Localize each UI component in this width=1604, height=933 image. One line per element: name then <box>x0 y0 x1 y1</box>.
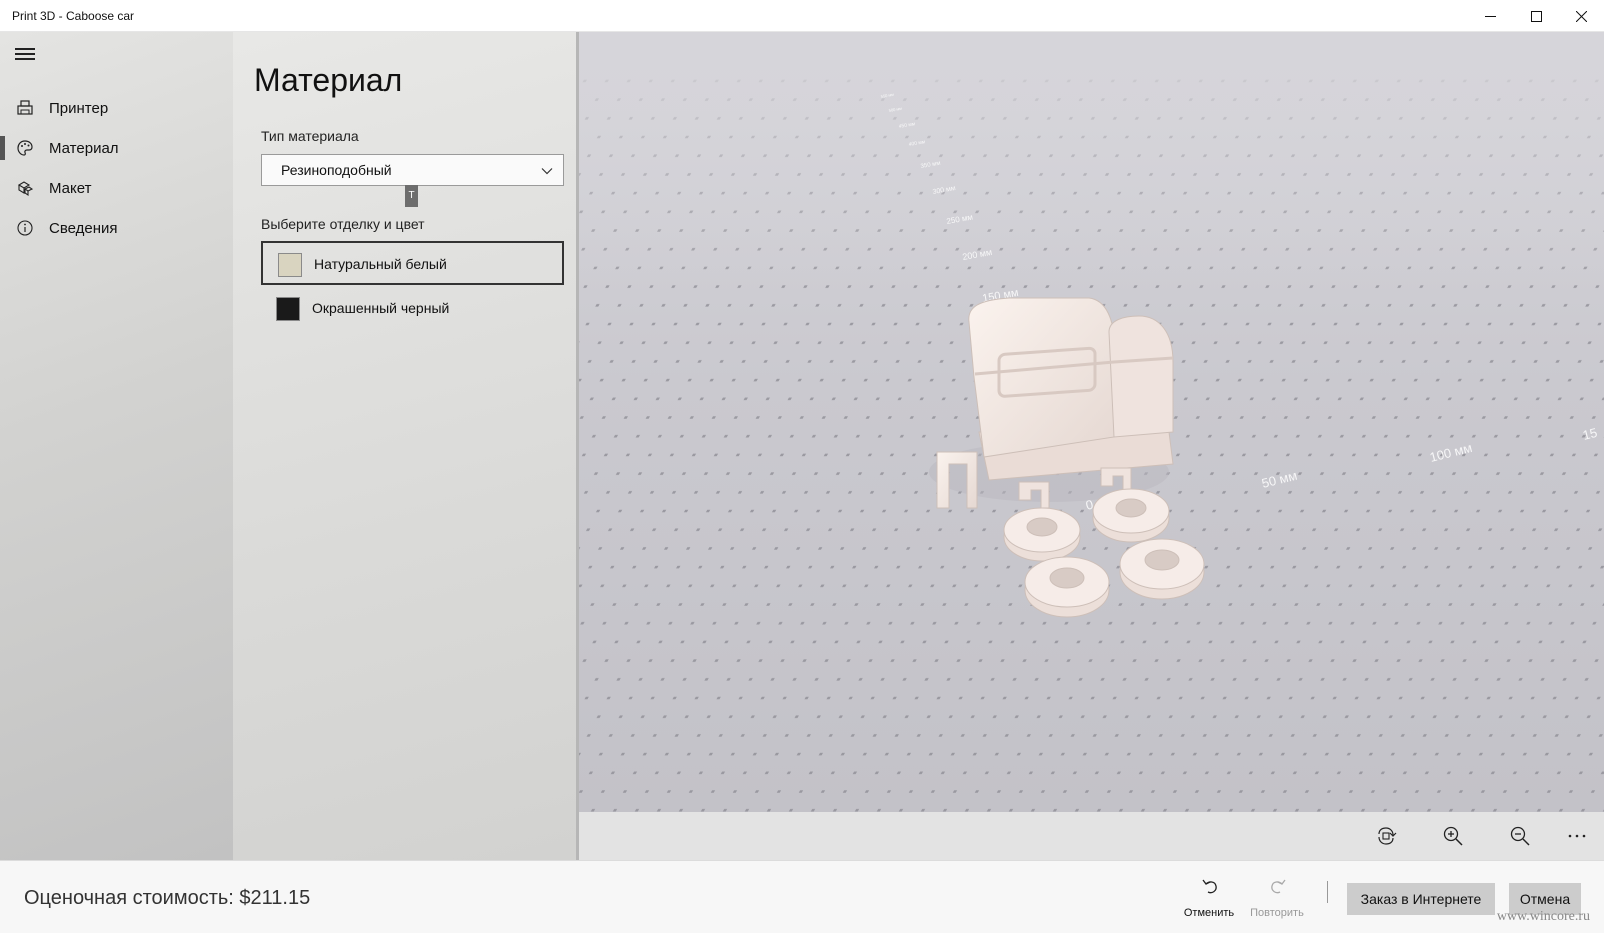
text-cursor-tooltip: T <box>405 185 418 207</box>
redo-label: Повторить <box>1250 907 1304 919</box>
divider <box>1327 881 1328 903</box>
reset-view-button[interactable] <box>1373 823 1399 849</box>
chevron-down-icon <box>541 168 553 175</box>
nav-item-printer[interactable]: Принтер <box>0 88 233 128</box>
finish-option-label: Окрашенный черный <box>312 300 450 316</box>
close-button[interactable] <box>1558 0 1604 32</box>
layout-icon <box>16 179 34 197</box>
color-swatch <box>278 253 302 277</box>
hamburger-menu-icon[interactable] <box>15 48 35 62</box>
finish-option-natural-white[interactable]: Натуральный белый <box>261 241 564 285</box>
selection-indicator <box>0 136 5 160</box>
nav-item-details[interactable]: Сведения <box>0 208 233 248</box>
material-type-dropdown[interactable]: Резиноподобный <box>261 154 564 186</box>
3d-viewport[interactable]: 150 мм 200 мм 250 мм 300 мм 350 мм 400 м… <box>579 32 1604 812</box>
maximize-icon <box>1530 10 1542 22</box>
zoom-in-icon <box>1443 826 1463 846</box>
zoom-out-icon <box>1510 826 1530 846</box>
page-title: Материал <box>254 62 403 98</box>
minimize-icon <box>1484 15 1496 17</box>
nav-item-label: Макет <box>49 179 92 197</box>
view-toolbar <box>579 812 1604 860</box>
build-plate-scene: 150 мм 200 мм 250 мм 300 мм 350 мм 400 м… <box>579 32 1604 812</box>
watermark: www.wincore.ru <box>1496 909 1590 924</box>
color-swatch <box>276 297 300 321</box>
navigation-pane: Принтер Материал Макет Сведения <box>0 32 233 860</box>
nav-item-layout[interactable]: Макет <box>0 168 233 208</box>
maximize-button[interactable] <box>1513 0 1559 32</box>
redo-button[interactable]: Повторить <box>1247 875 1307 927</box>
material-panel: Материал Тип материала Резиноподобный T … <box>233 32 579 860</box>
close-icon <box>1575 10 1587 22</box>
finish-option-label: Натуральный белый <box>314 256 447 272</box>
more-icon <box>1568 834 1586 838</box>
finish-label: Выберите отделку и цвет <box>261 216 425 232</box>
redo-icon <box>1271 879 1286 894</box>
order-online-button[interactable]: Заказ в Интернете <box>1347 883 1495 915</box>
title-bar: Print 3D - Caboose car <box>0 0 1604 32</box>
undo-button[interactable]: Отменить <box>1179 875 1239 927</box>
nav-item-label: Сведения <box>49 219 118 237</box>
bottom-bar: Оценочная стоимость: $211.15 Отменить По… <box>0 860 1604 933</box>
minimize-button[interactable] <box>1467 0 1513 32</box>
zoom-out-button[interactable] <box>1507 823 1533 849</box>
palette-icon <box>16 139 34 157</box>
info-icon <box>16 219 34 237</box>
more-options-button[interactable] <box>1564 823 1590 849</box>
finish-option-painted-black[interactable]: Окрашенный черный <box>261 287 564 331</box>
estimated-cost: Оценочная стоимость: $211.15 <box>24 887 311 909</box>
zoom-in-button[interactable] <box>1440 823 1466 849</box>
nav-item-label: Принтер <box>49 99 109 117</box>
printer-icon <box>16 99 34 117</box>
nav-item-label: Материал <box>49 139 119 157</box>
window-title: Print 3D - Caboose car <box>12 9 135 23</box>
reset-view-icon <box>1378 827 1397 845</box>
material-type-value: Резиноподобный <box>281 162 392 178</box>
nav-item-material[interactable]: Материал <box>0 128 233 168</box>
undo-label: Отменить <box>1183 907 1235 919</box>
undo-icon <box>1202 879 1217 894</box>
material-type-label: Тип материала <box>261 128 359 144</box>
